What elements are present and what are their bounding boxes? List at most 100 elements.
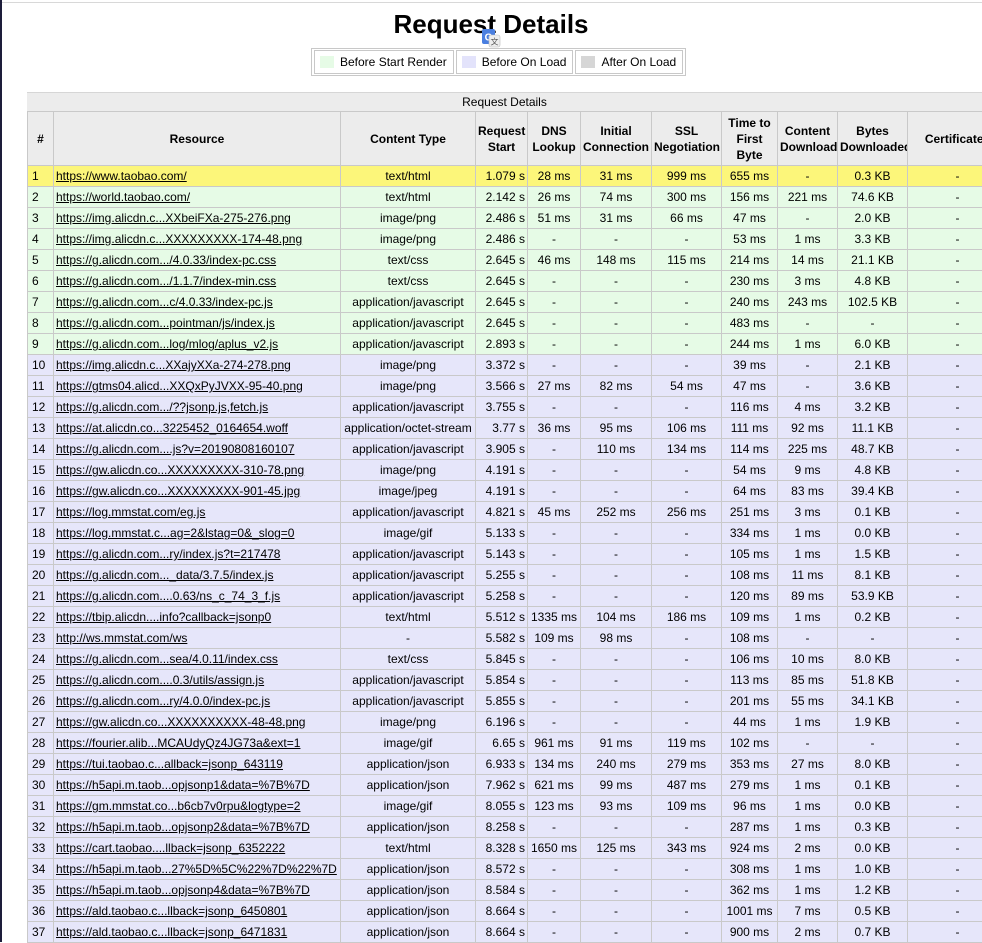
row-index-cell: 27 [28,712,54,733]
content-download-cell: - [778,355,838,376]
table-row[interactable]: 26https://g.alicdn.com...ry/4.0.0/index-… [28,691,982,712]
resource-link[interactable]: https://g.alicdn.com....0.63/ns_c_74_3_f… [56,589,280,603]
table-row[interactable]: 10https://img.alicdn.c...XXajyXXa-274-27… [28,355,982,376]
table-row[interactable]: 12https://g.alicdn.com.../??jsonp.js,fet… [28,397,982,418]
content-type-cell: application/javascript [341,502,476,523]
resource-link[interactable]: https://gw.alicdn.co...XXXXXXXXX-901-45.… [56,484,300,498]
dns-lookup-cell: - [528,355,581,376]
table-row[interactable]: 18https://log.mmstat.c...ag=2&lstag=0&_s… [28,523,982,544]
legend-label: Before Start Render [340,55,447,69]
resource-link[interactable]: https://g.alicdn.com...ry/4.0.0/index-pc… [56,694,270,708]
table-row[interactable]: 14https://g.alicdn.com....js?v=201908081… [28,439,982,460]
table-row[interactable]: 21https://g.alicdn.com....0.63/ns_c_74_3… [28,586,982,607]
table-row[interactable]: 24https://g.alicdn.com...sea/4.0.11/inde… [28,649,982,670]
dns-lookup-cell: - [528,271,581,292]
content-type-cell: application/javascript [341,586,476,607]
resource-link[interactable]: https://ald.taobao.c...llback=jsonp_6471… [56,925,287,939]
initial-connection-cell: - [581,670,652,691]
ttfb-cell: 39 ms [722,355,778,376]
translate-icon[interactable]: G 文 [481,28,501,48]
resource-link[interactable]: https://world.taobao.com/ [56,190,190,204]
table-row[interactable]: 35https://h5api.m.taob...opjsonp4&data=%… [28,880,982,901]
resource-link[interactable]: https://www.taobao.com/ [56,169,187,183]
resource-link[interactable]: https://tui.taobao.c...allback=jsonp_643… [56,757,283,771]
table-row[interactable]: 7https://g.alicdn.com...c/4.0.33/index-p… [28,292,982,313]
header-col-initial-connection: Initial Connection [581,112,652,166]
table-row[interactable]: 16https://gw.alicdn.co...XXXXXXXXX-901-4… [28,481,982,502]
table-row[interactable]: 34https://h5api.m.taob...27%5D%5C%22%7D%… [28,859,982,880]
table-row[interactable]: 1https://www.taobao.com/text/html1.079 s… [28,166,982,187]
table-row[interactable]: 19https://g.alicdn.com...ry/index.js?t=2… [28,544,982,565]
resource-link[interactable]: https://g.alicdn.com..._data/3.7.5/index… [56,568,273,582]
resource-link[interactable]: https://img.alicdn.c...XXXXXXXXX-174-48.… [56,232,302,246]
row-index-cell: 28 [28,733,54,754]
resource-link[interactable]: https://g.alicdn.com...c/4.0.33/index-pc… [56,295,273,309]
resource-link[interactable]: https://img.alicdn.c...XXbeiFXa-275-276.… [56,211,291,225]
table-row[interactable]: 13https://at.alicdn.co...3225452_0164654… [28,418,982,439]
ssl-negotiation-cell: 279 ms [652,754,722,775]
resource-link[interactable]: https://g.alicdn.com....js?v=20190808160… [56,442,295,456]
table-row[interactable]: 27https://gw.alicdn.co...XXXXXXXXXX-48-4… [28,712,982,733]
resource-link[interactable]: https://g.alicdn.com...sea/4.0.11/index.… [56,652,278,666]
table-row[interactable]: 8https://g.alicdn.com...pointman/js/inde… [28,313,982,334]
table-row[interactable]: 17https://log.mmstat.com/eg.js applicatio… [28,502,982,523]
resource-link[interactable]: https://log.mmstat.com/eg.js [56,505,205,519]
table-row[interactable]: 9https://g.alicdn.com...log/mlog/aplus_v… [28,334,982,355]
resource-link[interactable]: https://g.alicdn.com.../1.1.7/index-min.… [56,274,276,288]
resource-link[interactable]: https://h5api.m.taob...opjsonp1&data=%7B… [56,778,310,792]
resource-link[interactable]: https://g.alicdn.com....0.3/utils/assign… [56,673,264,687]
table-row[interactable]: 37https://ald.taobao.c...llback=jsonp_64… [28,922,982,943]
request-start-cell: 1.079 s [476,166,528,187]
row-index-cell: 17 [28,502,54,523]
table-row[interactable]: 4https://img.alicdn.c...XXXXXXXXX-174-48… [28,229,982,250]
table-row[interactable]: 32https://h5api.m.taob...opjsonp2&data=%… [28,817,982,838]
ssl-negotiation-cell: - [652,334,722,355]
table-row[interactable]: 33https://cart.taobao....llback=jsonp_63… [28,838,982,859]
resource-link[interactable]: https://g.alicdn.com.../4.0.33/index-pc.… [56,253,276,267]
resource-link[interactable]: https://ald.taobao.c...llback=jsonp_6450… [56,904,287,918]
resource-link[interactable]: https://h5api.m.taob...opjsonp4&data=%7B… [56,883,310,897]
content-type-cell: image/png [341,208,476,229]
table-row[interactable]: 29https://tui.taobao.c...allback=jsonp_6… [28,754,982,775]
resource-link[interactable]: https://img.alicdn.c...XXajyXXa-274-278.… [56,358,291,372]
resource-cell: https://gw.alicdn.co...XXXXXXXXX-310-78.… [54,460,341,481]
table-row[interactable]: 22https://tbip.alicdn....info?callback=j… [28,607,982,628]
resource-link[interactable]: https://g.alicdn.com...ry/index.js?t=217… [56,547,280,561]
resource-link[interactable]: https://gtms04.alicd...XXQxPyJVXX-95-40.… [56,379,303,393]
resource-link[interactable]: https://tbip.alicdn....info?callback=jso… [56,610,271,624]
resource-link[interactable]: https://log.mmstat.c...ag=2&lstag=0&_slo… [56,526,294,540]
initial-connection-cell: - [581,313,652,334]
resource-link[interactable]: http://ws.mmstat.com/ws [56,631,187,645]
resource-link[interactable]: https://g.alicdn.com.../??jsonp.js,fetch… [56,400,268,414]
resource-link[interactable]: https://g.alicdn.com...log/mlog/aplus_v2… [56,337,278,351]
resource-link[interactable]: https://gm.mmstat.co...b6cb7v0rpu&logtyp… [56,799,300,813]
resource-link[interactable]: https://g.alicdn.com...pointman/js/index… [56,316,275,330]
resource-link[interactable]: https://fourier.alib...MCAUdyQz4JG73a&ex… [56,736,300,750]
resource-link[interactable]: https://h5api.m.taob...27%5D%5C%22%7D%22… [56,862,337,876]
request-start-cell: 2.893 s [476,334,528,355]
resource-link[interactable]: https://cart.taobao....llback=jsonp_6352… [56,841,285,855]
resource-link[interactable]: https://gw.alicdn.co...XXXXXXXXXX-48-48.… [56,715,305,729]
table-row[interactable]: 11https://gtms04.alicd...XXQxPyJVXX-95-4… [28,376,982,397]
dns-lookup-cell: 1650 ms [528,838,581,859]
resource-link[interactable]: https://at.alicdn.co...3225452_0164654.w… [56,421,288,435]
table-row[interactable]: 6https://g.alicdn.com.../1.1.7/index-min… [28,271,982,292]
table-row[interactable]: 31https://gm.mmstat.co...b6cb7v0rpu&logt… [28,796,982,817]
table-row[interactable]: 5https://g.alicdn.com.../4.0.33/index-pc… [28,250,982,271]
table-row[interactable]: 15https://gw.alicdn.co...XXXXXXXXX-310-7… [28,460,982,481]
table-row[interactable]: 30https://h5api.m.taob...opjsonp1&data=%… [28,775,982,796]
resource-link[interactable]: https://h5api.m.taob...opjsonp2&data=%7B… [56,820,310,834]
table-row[interactable]: 23http://ws.mmstat.com/ws-5.582 s109 ms9… [28,628,982,649]
table-row[interactable]: 2https://world.taobao.com/text/html2.142… [28,187,982,208]
resource-link[interactable]: https://gw.alicdn.co...XXXXXXXXX-310-78.… [56,463,304,477]
initial-connection-cell: - [581,859,652,880]
table-row[interactable]: 20https://g.alicdn.com..._data/3.7.5/ind… [28,565,982,586]
table-row[interactable]: 25https://g.alicdn.com....0.3/utils/assi… [28,670,982,691]
table-row[interactable]: 3https://img.alicdn.c...XXbeiFXa-275-276… [28,208,982,229]
table-row[interactable]: 36https://ald.taobao.c...llback=jsonp_64… [28,901,982,922]
request-start-cell: 2.486 s [476,229,528,250]
content-download-cell: 14 ms [778,250,838,271]
bytes-downloaded-cell: 11.1 KB [838,418,908,439]
content-download-cell: - [778,733,838,754]
table-row[interactable]: 28https://fourier.alib...MCAUdyQz4JG73a&… [28,733,982,754]
